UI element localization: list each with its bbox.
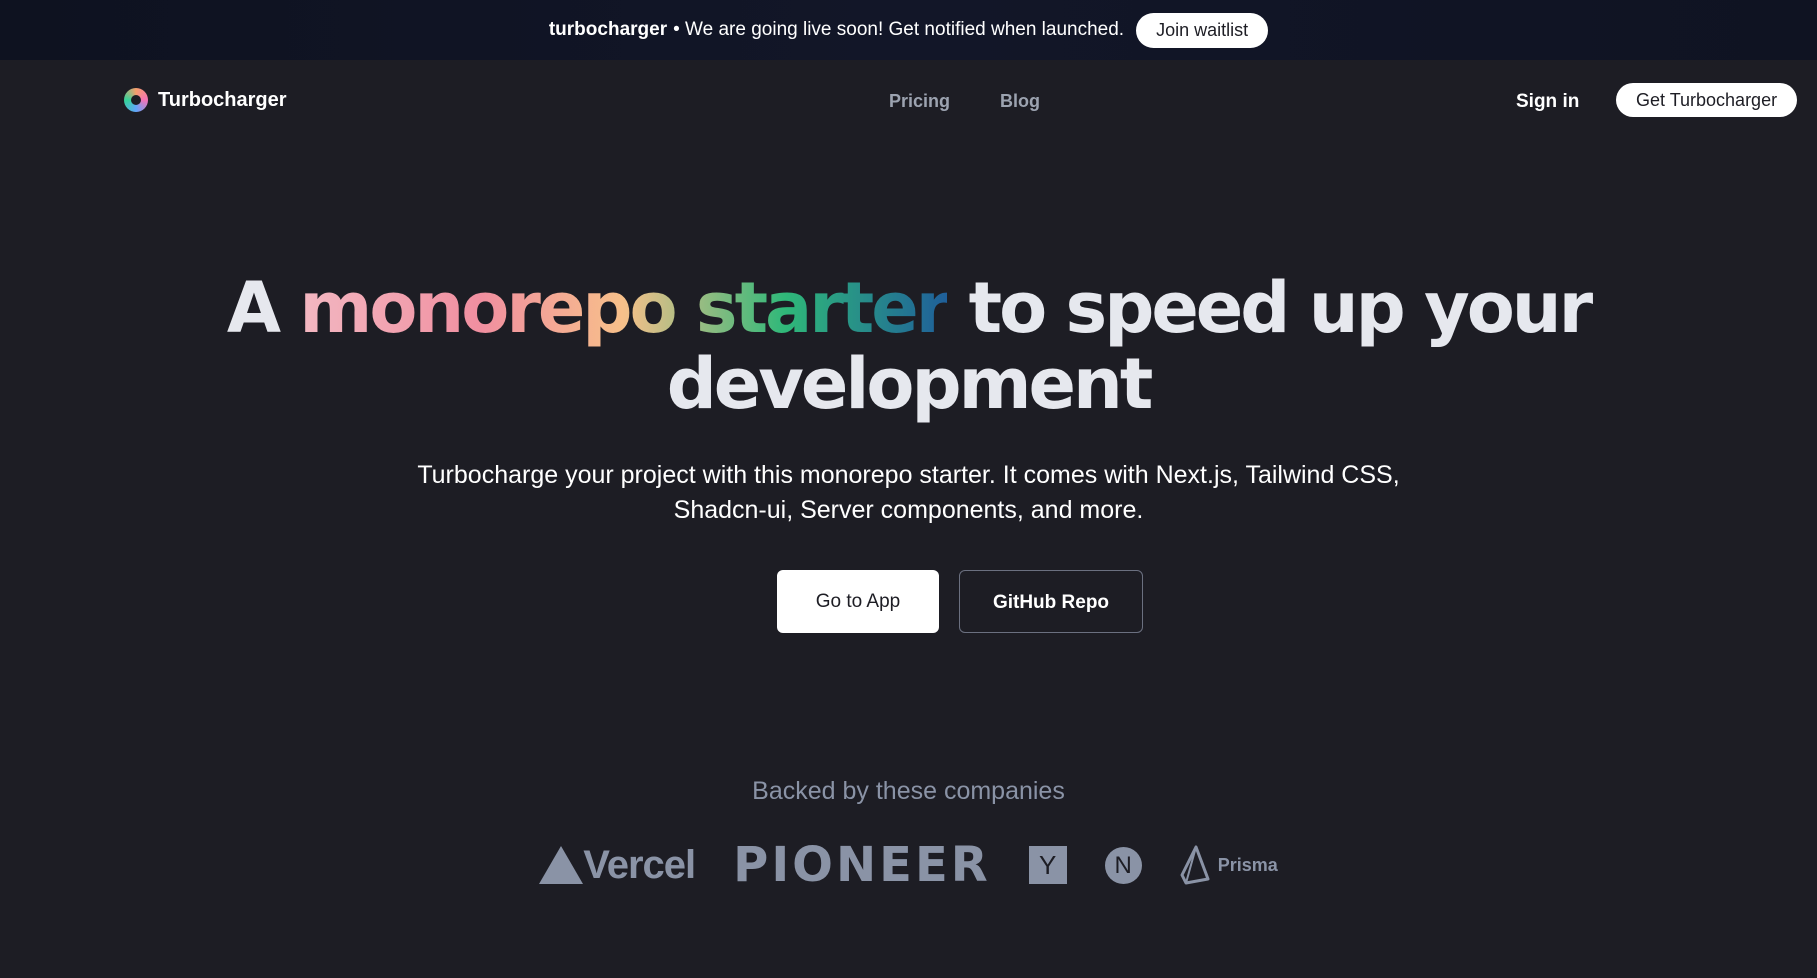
backers-heading: Backed by these companies (752, 777, 1065, 805)
vercel-logo: Vercel (539, 842, 696, 888)
prisma-logo: Prisma (1180, 845, 1278, 885)
nav-link-blog[interactable]: Blog (1000, 91, 1040, 112)
vercel-triangle-icon (539, 846, 584, 884)
nav-links: Pricing Blog (889, 91, 1040, 112)
hero-subtitle: Turbocharge your project with this monor… (417, 461, 1400, 524)
join-waitlist-button[interactable]: Join waitlist (1136, 12, 1269, 48)
get-turbocharger-button[interactable]: Get Turbocharger (1616, 83, 1798, 117)
turbocharger-logo-icon (124, 88, 148, 112)
nav-link-pricing[interactable]: Pricing (889, 91, 950, 112)
prisma-icon (1180, 845, 1210, 885)
logo[interactable]: Turbocharger (124, 88, 287, 112)
go-to-app-button[interactable]: Go to App (777, 570, 939, 633)
vercel-wordmark: Vercel (583, 842, 696, 887)
github-repo-button[interactable]: GitHub Repo (959, 570, 1143, 633)
announcement-banner: turbocharger • We are going live soon! G… (0, 0, 1817, 60)
nextjs-logo: N (1104, 846, 1142, 884)
logo-text: Turbocharger (158, 88, 287, 111)
hero-title-part1: A (226, 267, 300, 349)
y-combinator-logo: Y (1028, 846, 1067, 884)
sign-in-link[interactable]: Sign in (1516, 91, 1579, 113)
backer-logos: Vercel PIONEER Y N Prisma (0, 837, 1817, 893)
banner-message: • We are going live soon! Get notified w… (673, 19, 1125, 40)
hero-title-highlight: monorepo starter (299, 267, 950, 349)
prisma-wordmark: Prisma (1217, 854, 1278, 875)
hero-title: A monorepo starter to speed up your deve… (0, 270, 1817, 422)
navbar: Turbocharger Pricing Blog Sign in Get Tu… (0, 60, 1817, 142)
pioneer-logo: PIONEER (733, 837, 991, 893)
banner-brand: turbocharger (548, 19, 668, 40)
